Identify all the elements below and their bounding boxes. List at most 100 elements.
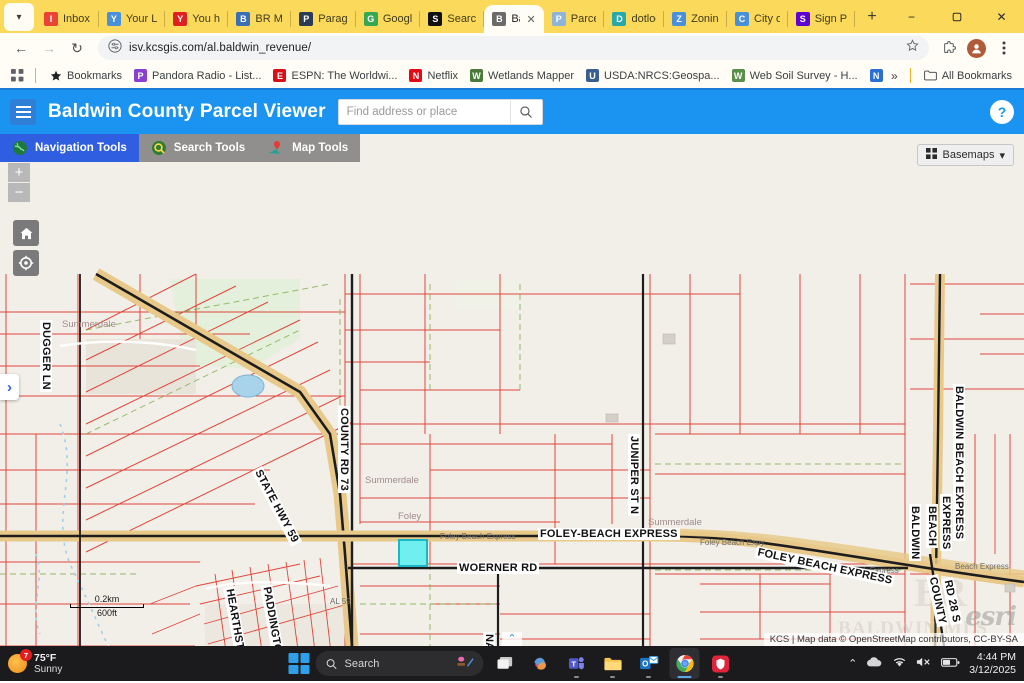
taskbar-search[interactable]: Search (316, 651, 484, 676)
selected-parcel-highlight[interactable] (398, 539, 428, 567)
browser-tab[interactable]: PParago (291, 5, 356, 33)
search-icon[interactable] (510, 100, 542, 124)
bookmark-label: Netflix (427, 70, 458, 82)
bookmark-star-icon[interactable] (906, 39, 919, 57)
browser-tab[interactable]: P Parcel (544, 5, 605, 33)
bookmark-item[interactable]: PPandora Radio - List... (128, 67, 267, 84)
bookmark-items: BookmarksPPandora Radio - List...EESPN: … (43, 67, 884, 84)
browser-tab[interactable]: IInbox ( (36, 5, 99, 33)
bookmark-item[interactable]: NNetflix (403, 67, 464, 84)
maps-pin-icon: G (364, 12, 378, 26)
copilot-icon[interactable] (526, 648, 556, 679)
tool-tab-navigation-tools[interactable]: Navigation Tools (0, 134, 139, 162)
map-pin-icon (269, 140, 285, 156)
volume-muted-icon[interactable] (916, 656, 932, 671)
bookmark-item[interactable]: EESPN: The Worldwi... (267, 67, 403, 84)
system-tray: ⌃ 4:44 PM 3/12/2025 (848, 651, 1016, 675)
windows-taskbar: 7 75°F Sunny Search T O (0, 646, 1024, 681)
browser-tab[interactable]: Ddotloo (604, 5, 664, 33)
task-view-icon[interactable] (490, 648, 520, 679)
road-label: EXPRESS (940, 494, 952, 551)
browser-tab[interactable]: YYou ha (165, 5, 228, 33)
site-settings-icon[interactable] (108, 39, 122, 58)
browser-menu-icon[interactable] (992, 36, 1016, 60)
browser-tab[interactable]: SSearch (420, 5, 484, 33)
window-close-button[interactable]: ✕ (979, 0, 1024, 33)
browser-tab[interactable]: BBR Me (228, 5, 291, 33)
window-minimize-button[interactable]: − (889, 0, 934, 33)
home-button[interactable] (13, 220, 39, 246)
locate-button[interactable] (13, 250, 39, 276)
search-input[interactable] (339, 100, 510, 124)
browser-tab-label: You ha (192, 13, 220, 25)
chrome-icon[interactable] (670, 648, 700, 679)
extensions-icon[interactable] (937, 36, 961, 60)
browser-tab-label: Parcel (571, 13, 597, 25)
outlook-icon[interactable]: O (634, 648, 664, 679)
browser-tab[interactable]: BBa✕ (484, 5, 543, 33)
weather-condition: Sunny (34, 664, 62, 676)
zoom-in-button[interactable]: + (8, 163, 30, 183)
road-label: COUNTY RD 73 (338, 406, 350, 493)
panel-toggle-button[interactable]: › (0, 374, 19, 400)
svg-text:O: O (642, 660, 648, 669)
browser-tab-label: Search (447, 13, 476, 25)
browser-tab[interactable]: CCity of (727, 5, 788, 33)
browser-tab[interactable]: YYour Lo (99, 5, 165, 33)
folder-icon (924, 69, 937, 82)
hamburger-icon[interactable] (10, 99, 36, 125)
window-maximize-button[interactable] (934, 0, 979, 33)
basemaps-button[interactable]: Basemaps ▾ (917, 144, 1014, 166)
back-button[interactable]: ← (8, 35, 34, 61)
globe-icon: B (492, 12, 506, 26)
road-label: BALDWIN (909, 504, 921, 561)
new-tab-button[interactable]: + (859, 4, 885, 30)
bookmark-item[interactable]: Bookmarks (43, 67, 128, 84)
help-button[interactable]: ? (990, 100, 1014, 124)
wifi-icon[interactable] (892, 656, 907, 671)
tool-tab-map-tools[interactable]: Map Tools (257, 134, 360, 162)
scale-imperial: 600ft (70, 608, 144, 618)
browser-tab[interactable]: GGoogle (356, 5, 421, 33)
road-label: FOLEY-BEACH EXPRESS (538, 528, 680, 540)
tool-tab-label: Search Tools (174, 142, 245, 154)
bookmark-item[interactable]: NNavient (864, 67, 884, 84)
grid-icon (926, 148, 937, 162)
gmail-icon: I (44, 12, 58, 26)
weather-widget[interactable]: 7 75°F Sunny (8, 652, 62, 676)
cloud-icon[interactable] (866, 656, 883, 671)
reload-button[interactable]: ↻ (64, 35, 90, 61)
bookmark-item[interactable]: WWetlands Mapper (464, 67, 580, 84)
security-icon[interactable] (706, 648, 736, 679)
map-viewport[interactable]: Navigation Tools Search Tools Map Tools … (0, 134, 1024, 646)
forward-button[interactable]: → (36, 35, 62, 61)
bottom-panel-toggle[interactable]: ⌃ (502, 632, 522, 646)
tab-search-button[interactable]: ▾ (4, 3, 34, 31)
place-label: Summerdale (365, 475, 419, 486)
page-icon: P (552, 12, 566, 26)
browser-tab-label: Sign Pe (815, 13, 847, 25)
zoom-out-button[interactable]: − (8, 183, 30, 203)
browser-tab[interactable]: ZZoning (664, 5, 727, 33)
paint-icon[interactable] (457, 655, 474, 672)
tool-tab-search-tools[interactable]: Search Tools (139, 134, 257, 162)
profile-avatar[interactable] (967, 39, 986, 58)
windows-start-button[interactable] (289, 653, 310, 674)
tray-overflow-button[interactable]: ⌃ (848, 657, 857, 670)
tool-tab-label: Map Tools (292, 142, 348, 154)
address-bar[interactable]: isv.kcsgis.com/al.baldwin_revenue/ (98, 36, 929, 60)
usda-icon: U (586, 69, 599, 82)
all-bookmarks-button[interactable]: All Bookmarks (918, 67, 1018, 84)
apps-grid-icon[interactable] (6, 66, 28, 86)
bookmark-item[interactable]: WWeb Soil Survey - H... (726, 67, 864, 84)
taskbar-clock[interactable]: 4:44 PM 3/12/2025 (969, 651, 1016, 675)
battery-icon[interactable] (941, 657, 960, 671)
tab-close-icon[interactable]: ✕ (527, 13, 536, 26)
bookmark-item[interactable]: UUSDA:NRCS:Geospa... (580, 67, 726, 84)
browser-tab[interactable]: SSign Pe (788, 5, 855, 33)
bookmarks-overflow-button[interactable]: » (886, 67, 903, 85)
esri-logo: esri (965, 602, 1016, 632)
file-explorer-icon[interactable] (598, 648, 628, 679)
all-bookmarks-label: All Bookmarks (942, 70, 1012, 82)
teams-icon[interactable]: T (562, 648, 592, 679)
